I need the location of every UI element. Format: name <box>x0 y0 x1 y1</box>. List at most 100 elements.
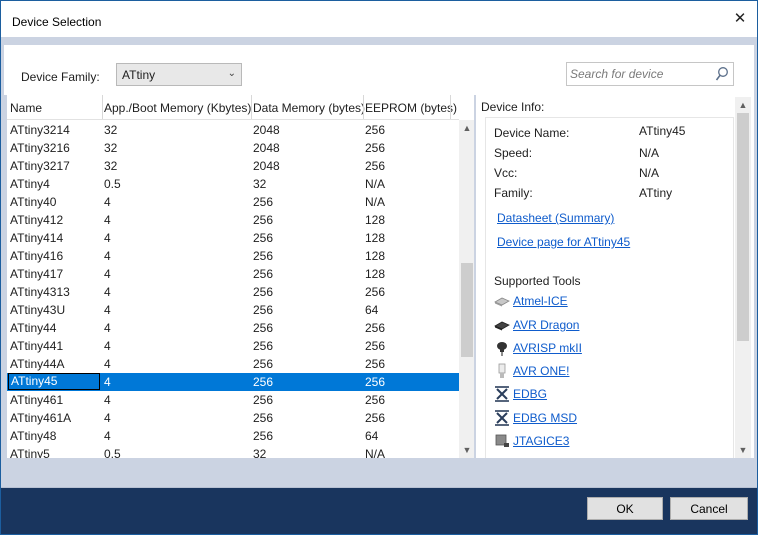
cell-data-memory: 256 <box>253 321 274 335</box>
speed-value: N/A <box>639 146 660 160</box>
dialog-footer: OK Cancel <box>1 488 757 534</box>
title-bar: Device Selection ✕ <box>1 1 757 37</box>
cell-data-memory: 256 <box>253 375 274 389</box>
device-info-scrollbar[interactable]: ▲ ▼ <box>735 97 751 458</box>
column-header-app-memory[interactable]: App./Boot Memory (Kbytes) <box>104 101 251 115</box>
cell-data-memory: 32 <box>253 447 267 458</box>
column-divider[interactable] <box>363 95 364 119</box>
table-row[interactable]: ATtiny461 4 256 256 <box>7 391 459 409</box>
table-row[interactable]: ATtiny441 4 256 256 <box>7 337 459 355</box>
cell-data-memory: 256 <box>253 285 274 299</box>
search-icon[interactable] <box>715 66 729 85</box>
scroll-up-arrow-icon[interactable]: ▲ <box>459 121 474 135</box>
cell-name: ATtiny40 <box>10 195 57 209</box>
scroll-down-arrow-icon[interactable]: ▼ <box>459 443 474 457</box>
cell-name: ATtiny416 <box>10 249 64 263</box>
speed-label: Speed: <box>494 146 533 160</box>
cell-data-memory: 256 <box>253 357 274 371</box>
cancel-button[interactable]: Cancel <box>670 497 748 520</box>
tool-link-atmel-ice[interactable]: Atmel-ICE <box>513 294 568 308</box>
cell-eeprom: 256 <box>365 321 386 335</box>
table-row[interactable]: ATtiny3214 32 2048 256 <box>7 121 459 139</box>
table-row[interactable]: ATtiny412 4 256 128 <box>7 211 459 229</box>
cell-eeprom: 128 <box>365 231 386 245</box>
table-row-selected[interactable]: ATtiny45 4 256 256 <box>7 373 459 391</box>
scroll-thumb[interactable] <box>461 263 473 357</box>
table-row[interactable]: ATtiny40 4 256 N/A <box>7 193 459 211</box>
vcc-value: N/A <box>639 166 660 180</box>
table-row[interactable]: ATtiny4313 4 256 256 <box>7 283 459 301</box>
cell-name: ATtiny441 <box>10 339 64 353</box>
device-page-link[interactable]: Device page for ATtiny45 <box>497 235 630 249</box>
column-divider[interactable] <box>450 95 451 119</box>
table-row[interactable]: ATtiny43U 4 256 64 <box>7 301 459 319</box>
column-divider[interactable] <box>251 95 252 119</box>
cell-data-memory: 2048 <box>253 123 280 137</box>
avr-dragon-icon <box>494 317 510 333</box>
table-row[interactable]: ATtiny44A 4 256 256 <box>7 355 459 373</box>
scroll-up-arrow-icon[interactable]: ▲ <box>735 98 751 112</box>
cell-app-memory: 4 <box>104 339 111 353</box>
cell-name: ATtiny5 <box>10 447 50 458</box>
column-header-eeprom[interactable]: EEPROM (bytes) <box>365 101 457 115</box>
cell-app-memory: 32 <box>104 141 118 155</box>
table-row[interactable]: ATtiny48 4 256 64 <box>7 427 459 445</box>
cell-name: ATtiny4313 <box>10 285 70 299</box>
cell-name: ATtiny44 <box>10 321 57 335</box>
cell-eeprom: N/A <box>365 177 386 191</box>
cell-name: ATtiny45 <box>8 373 100 390</box>
tool-link-avr-dragon[interactable]: AVR Dragon <box>513 318 579 332</box>
scroll-thumb[interactable] <box>737 113 749 341</box>
cell-eeprom: 256 <box>365 123 386 137</box>
window-title: Device Selection <box>12 15 102 29</box>
device-info-panel: Device Info: Device Name: ATtiny45 Speed… <box>476 95 754 458</box>
search-input[interactable] <box>570 66 710 82</box>
top-strip <box>1 37 757 45</box>
edbg-icon <box>494 386 510 402</box>
device-list: Name App./Boot Memory (Kbytes) Data Memo… <box>7 95 474 458</box>
device-list-header: Name App./Boot Memory (Kbytes) Data Memo… <box>7 95 474 120</box>
column-header-data-memory[interactable]: Data Memory (bytes) <box>253 101 365 115</box>
jtagice3-icon <box>494 433 510 449</box>
cell-name: ATtiny461A <box>10 411 72 425</box>
ok-button[interactable]: OK <box>587 497 663 520</box>
cell-app-memory: 4 <box>104 249 111 263</box>
cell-data-memory: 256 <box>253 411 274 425</box>
cell-name: ATtiny44A <box>10 357 65 371</box>
table-row[interactable]: ATtiny414 4 256 128 <box>7 229 459 247</box>
filter-bar: Device Family: ATtiny ⌄ <box>4 45 754 95</box>
cell-name: ATtiny3216 <box>10 141 70 155</box>
family-label: Family: <box>494 186 533 200</box>
cell-app-memory: 32 <box>104 123 118 137</box>
cell-app-memory: 4 <box>104 231 111 245</box>
device-name-label: Device Name: <box>494 126 570 140</box>
column-divider[interactable] <box>102 95 103 119</box>
table-row[interactable]: ATtiny3217 32 2048 256 <box>7 157 459 175</box>
cell-name: ATtiny4 <box>10 177 50 191</box>
cell-app-memory: 4 <box>104 429 111 443</box>
close-button[interactable]: ✕ <box>723 4 757 34</box>
cell-name: ATtiny417 <box>10 267 64 281</box>
device-family-select[interactable]: ATtiny ⌄ <box>116 63 242 86</box>
table-row[interactable]: ATtiny416 4 256 128 <box>7 247 459 265</box>
tool-link-edbg-msd[interactable]: EDBG MSD <box>513 411 577 425</box>
table-row[interactable]: ATtiny4 0.5 32 N/A <box>7 175 459 193</box>
datasheet-link[interactable]: Datasheet (Summary) <box>497 211 614 225</box>
table-row[interactable]: ATtiny461A 4 256 256 <box>7 409 459 427</box>
tool-link-avrisp-mkii[interactable]: AVRISP mkII <box>513 341 582 355</box>
table-row[interactable]: ATtiny3216 32 2048 256 <box>7 139 459 157</box>
cell-data-memory: 256 <box>253 267 274 281</box>
tool-link-jtagice3[interactable]: JTAGICE3 <box>513 434 569 448</box>
table-row[interactable]: ATtiny5 0.5 32 N/A <box>7 445 459 458</box>
table-row[interactable]: ATtiny417 4 256 128 <box>7 265 459 283</box>
table-row[interactable]: ATtiny44 4 256 256 <box>7 319 459 337</box>
column-header-name[interactable]: Name <box>10 101 42 115</box>
tool-link-edbg[interactable]: EDBG <box>513 387 547 401</box>
cell-eeprom: 64 <box>365 303 379 317</box>
tool-link-avr-one[interactable]: AVR ONE! <box>513 364 569 378</box>
scroll-down-arrow-icon[interactable]: ▼ <box>735 443 751 457</box>
device-list-rows: ATtiny3214 32 2048 256 ATtiny3216 32 2048 256 AT… <box>7 120 459 458</box>
search-box[interactable] <box>566 62 734 86</box>
device-list-scrollbar[interactable]: ▲ ▼ <box>459 120 474 458</box>
cell-app-memory: 4 <box>104 321 111 335</box>
